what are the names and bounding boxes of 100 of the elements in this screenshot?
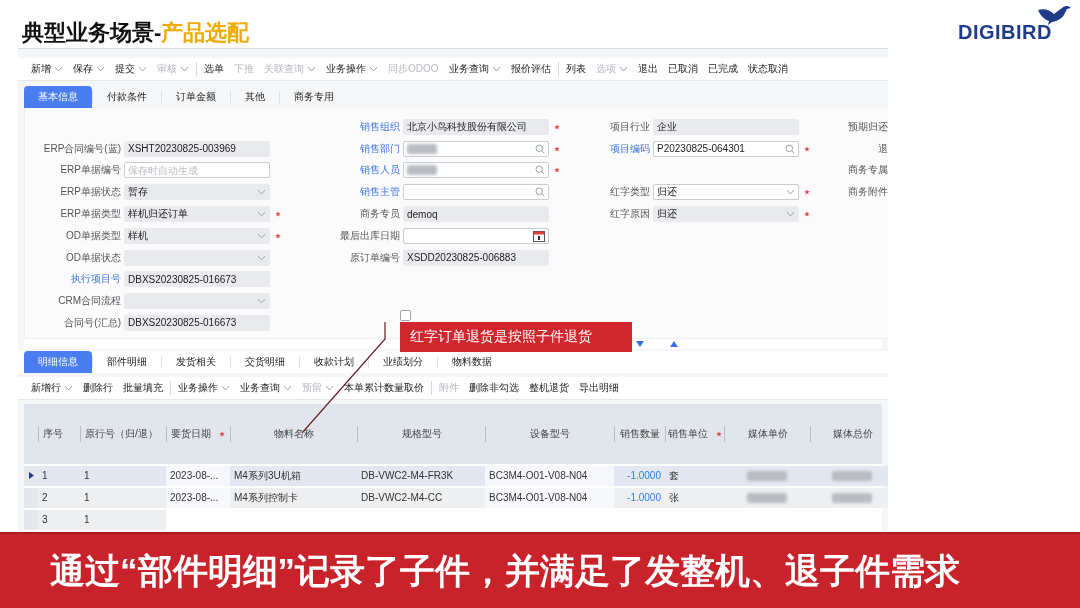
toolbar-button[interactable]: 保存 [68,59,110,78]
dropdown-field[interactable]: 暂存 [124,184,270,201]
toolbar-button[interactable]: 已完成 [702,59,743,78]
table-cell: 套 [665,465,724,486]
table-cell: 2 [38,487,80,508]
toolbar-button[interactable]: 业务操作 [173,378,235,397]
table-cell: 张 [665,487,724,508]
table-cell: BC3M4-O01-V08-N04 [485,465,614,486]
field-label: 红字类型 [610,185,650,200]
field-label: 原订单编号 [350,250,400,265]
table-cell: 3 [38,509,80,530]
field-label: ERP合同编号(蓝) [43,141,121,156]
toolbar-button[interactable]: 删除行 [78,378,118,397]
column-header: 原行号（归/退） [80,425,166,442]
slide-title-highlight: 产品选配 [161,20,250,45]
table-cell: 1 [38,465,80,486]
field-label: 最后出库日期 [340,228,400,243]
field-label: 红字原因 [610,207,650,221]
field-label: 退 [878,141,888,156]
field-label: OD单据类型 [66,228,121,243]
toolbar-button[interactable]: 状态取消 [742,59,793,78]
tab[interactable]: 基本信息 [24,85,92,108]
table-cell: BC3M4-O01-V08-N04 [485,487,614,508]
toolbar-button[interactable]: 选单 [199,59,229,78]
field-label-link[interactable]: 销售部门 [360,141,400,156]
field-label: ERP单据编号 [60,163,121,178]
toolbar-button[interactable]: 业务操作 [321,59,383,78]
field-label: 商务专属 [848,163,888,178]
table-cell: 1 [80,487,166,508]
field-label: ERP单据类型 [60,207,121,221]
tab[interactable]: 交货明细 [231,350,299,373]
column-header: 要货日期 [166,425,230,442]
table-cell: M4系列3U机箱 [230,465,357,486]
table-cell: DB-VWC2-M4-FR3K [357,465,485,486]
field-label-link[interactable]: 项目编码 [610,141,650,156]
column-header: 销售数量 [614,425,665,442]
dropdown-field[interactable]: 归还 [653,206,799,222]
field-label-link[interactable]: 执行项目号 [71,272,121,287]
toolbar-button[interactable]: 批量填充 [118,378,168,397]
toolbar-button[interactable]: 整机退货 [524,378,574,397]
tab[interactable]: 部件明细 [93,350,161,373]
toolbar-button[interactable]: 报价评估 [505,59,556,78]
tab[interactable]: 明细信息 [24,350,92,373]
toolbar-button[interactable]: 新增行 [26,378,78,397]
toolbar-button[interactable]: 业务查询 [235,378,297,397]
toolbar-button[interactable]: 已取消 [662,59,703,78]
readonly-field: DBXS20230825-016673 [124,315,270,331]
readonly-field: DBXS20230825-016673 [124,271,270,288]
column-header: 设备型号 [485,425,614,442]
column-header: 媒体总价 [810,425,888,442]
field-label: 项目行业 [610,119,650,134]
field-label: 预期归还 [848,119,888,134]
table-cell: 2023-08-... [166,465,230,486]
field-label-link[interactable]: 销售人员 [360,163,400,178]
column-header: 序号 [38,425,80,442]
callout-text: 红字订单退货是按照子件退货 [410,328,592,346]
field-label: CRM合同流程 [58,294,121,309]
toolbar-button[interactable]: 提交 [110,59,152,78]
table-cell: M4系列控制卡 [230,487,357,508]
field-label: 商务附件 [848,185,888,200]
tab[interactable]: 业绩划分 [369,350,437,373]
table-cell: -1.0000 [614,487,665,508]
tab[interactable]: 其他 [231,85,279,108]
toolbar-button[interactable]: 删除非勾选 [464,378,524,397]
table-cell: 1 [80,465,166,486]
table-cell: 2023-08-... [166,487,230,508]
tab[interactable]: 商务专用 [280,85,348,108]
toolbar-button[interactable]: 导出明细 [574,378,624,397]
field-label-link[interactable]: 销售主管 [360,185,400,200]
tab[interactable]: 订单金额 [162,85,230,108]
readonly-field: demoq [403,206,549,222]
dropdown-field[interactable]: 样机归还订单 [124,206,270,222]
dropdown-field[interactable]: 归还 [653,184,799,201]
column-header: 媒体单价 [724,425,810,442]
readonly-field: XSDD20230825-006883 [403,249,549,266]
toolbar-button[interactable]: 业务查询 [443,59,506,78]
dropdown-field[interactable]: 样机 [124,227,270,244]
slide-title: 典型业务场景- [22,20,162,45]
table-cell: 1 [80,509,166,530]
tab[interactable]: 付款条件 [93,85,161,108]
lookup-field[interactable]: P20230825-064301 [653,140,799,157]
field-label-link[interactable]: 销售组织 [360,119,400,134]
toolbar-button[interactable]: 退出 [632,59,663,78]
field-label: 合同号(汇总) [64,316,121,330]
banner-text: 通过“部件明细”记录了子件，并满足了发整机、退子件需求 [50,549,960,592]
column-header: 物料名称 [230,425,357,442]
readonly-field: 北京小鸟科技股份有限公司 [403,118,549,135]
toolbar-button[interactable]: 本单累计数量取价 [339,378,429,397]
toolbar-button[interactable]: 列表 [560,59,591,78]
tab[interactable]: 收款计划 [300,350,368,373]
input-field[interactable]: 保存时自动生成 [124,162,270,179]
table-cell: -1.0000 [614,465,665,486]
field-label: 商务专员 [360,207,400,221]
field-label: ERP单据状态 [60,185,121,200]
readonly-field: 企业 [653,118,799,135]
field-label: OD单据状态 [66,250,121,265]
tab[interactable]: 发货相关 [162,350,230,373]
table-cell: DB-VWC2-M4-CC [357,487,485,508]
toolbar-button[interactable]: 新增 [26,59,68,78]
tab[interactable]: 物料数据 [438,350,506,373]
